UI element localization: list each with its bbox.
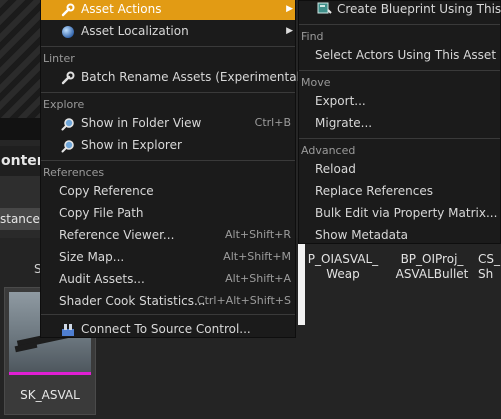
menu-item-label: Copy Reference bbox=[59, 184, 154, 198]
submenu-item-show-metadata[interactable]: Show Metadata bbox=[299, 224, 500, 246]
menu-item-show-in-folder-view[interactable]: Show in Folder View Ctrl+B bbox=[41, 112, 295, 134]
submenu-item-label: Create Blueprint Using This... bbox=[337, 2, 501, 16]
section-header-references: References bbox=[43, 166, 105, 179]
submenu-item-migrate[interactable]: Migrate... bbox=[299, 112, 500, 134]
menu-item-label: Copy File Path bbox=[59, 206, 144, 220]
asset-label-line2: Sh bbox=[478, 267, 494, 281]
asset-label-line1: BP_OIProj_ bbox=[400, 252, 464, 266]
menu-item-asset-actions[interactable]: Asset Actions ▶ bbox=[41, 0, 295, 20]
source-control-icon bbox=[61, 322, 75, 336]
menu-item-shortcut: Ctrl+Alt+Shift+S bbox=[196, 294, 291, 307]
menu-divider bbox=[41, 314, 295, 315]
wrench-icon bbox=[61, 70, 75, 85]
submenu-item-label: Select Actors Using This Asset bbox=[315, 48, 497, 62]
menu-item-copy-reference[interactable]: Copy Reference bbox=[41, 180, 295, 202]
section-header-advanced: Advanced bbox=[301, 144, 356, 157]
menu-item-size-map[interactable]: Size Map... Alt+Shift+M bbox=[41, 246, 295, 268]
submenu-item-export[interactable]: Export... bbox=[299, 90, 500, 112]
asset-tile-label[interactable]: CS_ Sh bbox=[478, 252, 501, 282]
submenu-item-label: Export... bbox=[315, 94, 366, 108]
asset-label-line1: CS_ bbox=[478, 252, 500, 266]
magnifier-icon bbox=[61, 116, 75, 131]
globe-icon bbox=[61, 24, 75, 38]
blueprint-icon bbox=[317, 1, 332, 16]
submenu-item-label: Replace References bbox=[315, 184, 433, 198]
menu-item-label: Show in Explorer bbox=[81, 138, 182, 152]
menu-divider bbox=[41, 46, 295, 47]
submenu-item-label: Bulk Edit via Property Matrix... bbox=[315, 206, 498, 220]
filter-bar-divider bbox=[0, 230, 44, 238]
submenu-arrow-icon: ▶ bbox=[286, 26, 293, 36]
asset-name: SK_ASVAL bbox=[20, 388, 80, 402]
menu-item-label: Size Map... bbox=[59, 250, 125, 264]
menu-item-label: Batch Rename Assets (Experimental) bbox=[81, 70, 305, 84]
viewport-toolbar-strip bbox=[0, 118, 44, 140]
menu-item-reference-viewer[interactable]: Reference Viewer... Alt+Shift+R bbox=[41, 224, 295, 246]
submenu-arrow-icon: ▶ bbox=[286, 4, 293, 14]
submenu-item-label: Migrate... bbox=[315, 116, 373, 130]
menu-item-label: Asset Actions bbox=[81, 2, 162, 16]
asset-tile-label[interactable]: BP_OIProj_ ASVALBullet bbox=[392, 252, 472, 282]
submenu-item-create-blueprint[interactable]: Create Blueprint Using This... bbox=[299, 0, 501, 20]
submenu-divider bbox=[299, 70, 500, 71]
section-header-move: Move bbox=[301, 76, 331, 89]
menu-item-shortcut: Alt+Shift+R bbox=[225, 228, 291, 241]
menu-item-label: Shader Cook Statistics... bbox=[59, 294, 206, 308]
menu-item-copy-file-path[interactable]: Copy File Path bbox=[41, 202, 295, 224]
menu-item-asset-localization[interactable]: Asset Localization ▶ bbox=[41, 20, 295, 42]
asset-label-line2: Weap bbox=[326, 267, 360, 281]
asset-type-color-bar bbox=[9, 372, 91, 375]
asset-context-menu: Asset Actions ▶ Asset Localization ▶ Lin… bbox=[40, 0, 305, 340]
submenu-divider bbox=[299, 138, 500, 139]
menu-item-label: Asset Localization bbox=[81, 24, 189, 38]
menu-item-label: Reference Viewer... bbox=[59, 228, 175, 242]
filter-chip[interactable]: stance bbox=[0, 208, 44, 230]
content-browser-toolbar bbox=[0, 176, 44, 208]
submenu-item-reload[interactable]: Reload bbox=[299, 158, 500, 180]
content-browser-tab[interactable]: ontent bbox=[0, 146, 44, 176]
menu-item-shortcut: Ctrl+B bbox=[254, 116, 291, 129]
menu-item-show-in-explorer[interactable]: Show in Explorer bbox=[41, 134, 295, 156]
menu-item-shortcut: Alt+Shift+M bbox=[223, 250, 291, 263]
submenu-divider bbox=[299, 24, 500, 25]
submenu-item-label: Show Metadata bbox=[315, 228, 409, 242]
submenu-item-label: Reload bbox=[315, 162, 356, 176]
submenu-item-select-actors[interactable]: Select Actors Using This Asset bbox=[299, 44, 500, 66]
submenu-item-bulk-edit[interactable]: Bulk Edit via Property Matrix... bbox=[299, 202, 500, 224]
menu-item-connect-source-control[interactable]: Connect To Source Control... bbox=[41, 318, 295, 340]
menu-item-label: Connect To Source Control... bbox=[81, 322, 251, 336]
menu-item-label: Show in Folder View bbox=[81, 116, 202, 130]
magnifier-icon bbox=[61, 138, 75, 153]
asset-actions-submenu: Create Blueprint Using This... Find Sele… bbox=[298, 0, 501, 244]
menu-item-shortcut: Alt+Shift+A bbox=[225, 272, 291, 285]
menu-divider bbox=[41, 160, 295, 161]
menu-divider bbox=[41, 92, 295, 93]
submenu-item-replace-references[interactable]: Replace References bbox=[299, 180, 500, 202]
menu-item-label: Audit Assets... bbox=[59, 272, 145, 286]
section-header-linter: Linter bbox=[43, 52, 75, 65]
section-header-explore: Explore bbox=[43, 98, 85, 111]
menu-item-batch-rename[interactable]: Batch Rename Assets (Experimental) bbox=[41, 66, 305, 88]
wrench-icon bbox=[61, 2, 75, 17]
asset-label-line1: P_OIASVAL_ bbox=[307, 252, 379, 266]
section-header-find: Find bbox=[301, 30, 324, 43]
asset-tile-label[interactable]: P_OIASVAL_ Weap bbox=[305, 252, 381, 282]
menu-item-shader-cook-statistics[interactable]: Shader Cook Statistics... Ctrl+Alt+Shift… bbox=[41, 290, 295, 312]
asset-label-line2: ASVALBullet bbox=[395, 267, 469, 281]
menu-item-audit-assets[interactable]: Audit Assets... Alt+Shift+A bbox=[41, 268, 295, 290]
